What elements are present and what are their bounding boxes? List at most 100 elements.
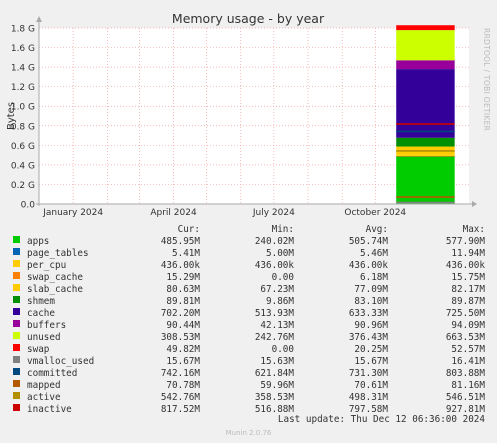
legend-min: 240.02M: [254, 236, 294, 247]
legend-name: unused: [27, 332, 61, 343]
y-tick-label: 0.4 G: [11, 161, 35, 171]
legend-cur: 742.16M: [160, 368, 200, 379]
y-axis-arrow: [36, 16, 42, 22]
x-tick-label: April 2024: [150, 208, 197, 218]
legend-cur: 15.29M: [166, 272, 200, 283]
legend-min: 42.13M: [260, 320, 294, 331]
last-update: Last update: Thu Dec 12 06:36:00 2024: [277, 414, 485, 425]
legend-avg: 436.00k: [348, 260, 388, 271]
legend-cur: 49.82M: [166, 344, 200, 355]
x-axis-arrow: [472, 201, 477, 207]
legend-header: Cur: Min: Avg: Max:: [0, 224, 497, 236]
legend-name: mapped: [27, 380, 61, 391]
legend-swatch: [13, 344, 20, 351]
legend-cur: 436.00k: [160, 260, 200, 271]
legend-min: 0.00: [271, 344, 294, 355]
legend-name: inactive: [27, 404, 72, 415]
area-per-cpu: [396, 155, 455, 157]
legend-swatch: [13, 356, 20, 363]
legend-item-apps: apps 485.95M 240.02M 505.74M 577.90M: [0, 236, 497, 248]
legend-swatch: [13, 248, 20, 255]
x-axis-ticks: January 2024 April 2024 July 2024 October 2…: [42, 208, 406, 218]
legend-cur: 485.95M: [160, 236, 200, 247]
legend-cur: 542.76M: [160, 392, 200, 403]
legend-max: 52.57M: [451, 344, 485, 355]
legend-item-swap: swap 49.82M 0.00 20.25M 52.57M: [0, 344, 497, 356]
legend-cur: 15.67M: [166, 356, 200, 367]
legend-name: cache: [27, 308, 55, 319]
legend-min: 242.76M: [254, 332, 294, 343]
legend-max: 725.50M: [445, 308, 485, 319]
legend-name: swap_cache: [27, 272, 83, 283]
legend-item-per-cpu: per_cpu 436.00k 436.00k 436.00k 436.00k: [0, 260, 497, 272]
legend-name: shmem: [27, 296, 55, 307]
legend-max: 16.41M: [451, 356, 485, 367]
legend-name: per_cpu: [27, 260, 67, 271]
legend-cur: 817.52M: [160, 404, 200, 415]
legend-min: 9.86M: [266, 296, 294, 307]
legend-min: 15.63M: [260, 356, 294, 367]
legend-min: 5.00M: [266, 248, 294, 259]
legend-cur: 70.78M: [166, 380, 200, 391]
legend-avg: 20.25M: [354, 344, 388, 355]
legend-avg: 731.30M: [348, 368, 388, 379]
legend-max: 89.87M: [451, 296, 485, 307]
legend-cur: 5.41M: [172, 248, 200, 259]
legend-header-avg: Avg:: [365, 224, 388, 235]
legend-header-min: Min:: [271, 224, 294, 235]
legend-max: 81.16M: [451, 380, 485, 391]
legend-avg: 77.09M: [354, 284, 388, 295]
legend-item-mapped: mapped 70.78M 59.96M 70.61M 81.16M: [0, 380, 497, 392]
legend-name: active: [27, 392, 61, 403]
legend-min: 513.93M: [254, 308, 294, 319]
munin-version: Munin 2.0.76: [225, 429, 272, 437]
legend-item-shmem: shmem 89.81M 9.86M 83.10M 89.87M: [0, 296, 497, 308]
legend-swatch: [13, 296, 20, 303]
legend-item-committed: committed 742.16M 621.84M 731.30M 803.88M: [0, 368, 497, 380]
legend-max: 663.53M: [445, 332, 485, 343]
legend-swatch: [13, 380, 20, 387]
legend-swatch: [13, 308, 20, 315]
legend-min: 67.23M: [260, 284, 294, 295]
legend-swatch: [13, 320, 20, 327]
area-swap: [396, 25, 455, 31]
memory-chart: 0.00.2 G0.4 G0.6 G0.8 G1.0 G1.2 G1.4 G1.…: [6, 11, 477, 218]
legend-item-cache: cache 702.20M 513.93M 633.33M 725.50M: [0, 308, 497, 320]
legend-swatch: [13, 272, 20, 279]
legend-avg: 498.31M: [348, 392, 388, 403]
y-tick-label: 0.6 G: [11, 142, 35, 152]
area-swap-cache: [396, 154, 455, 156]
legend-cur: 80.63M: [166, 284, 200, 295]
legend-swatch: [13, 236, 20, 243]
legend-swatch: [13, 368, 20, 375]
legend-name: buffers: [27, 320, 67, 331]
legend-cur: 89.81M: [166, 296, 200, 307]
legend-swatch: [13, 260, 20, 267]
legend-item-swap-cache: swap_cache 15.29M 0.00 6.18M 15.75M: [0, 272, 497, 284]
area-unused: [396, 30, 455, 61]
legend-item-vmalloc-used: vmalloc_used 15.67M 15.63M 15.67M 16.41M: [0, 356, 497, 368]
chart-title: Memory usage - by year: [172, 11, 325, 26]
legend-cur: 90.44M: [166, 320, 200, 331]
legend-avg: 633.33M: [348, 308, 388, 319]
legend-cur: 702.20M: [160, 308, 200, 319]
y-axis-label: Bytes: [6, 102, 17, 130]
y-tick-label: 1.2 G: [11, 83, 35, 93]
area-buffers: [396, 60, 455, 70]
legend-item-active: active 542.76M 358.53M 498.31M 546.51M: [0, 392, 497, 404]
area-shmem: [396, 137, 455, 147]
legend-swatch: [13, 332, 20, 339]
legend-swatch: [13, 392, 20, 399]
legend-name: apps: [27, 236, 50, 247]
legend-avg: 6.18M: [360, 272, 388, 283]
x-tick-label: July 2024: [252, 208, 295, 218]
y-tick-label: 0.0: [21, 201, 36, 211]
x-tick-label: January 2024: [42, 208, 103, 218]
legend-max: 546.51M: [445, 392, 485, 403]
legend-item-slab-cache: slab_cache 80.63M 67.23M 77.09M 82.17M: [0, 284, 497, 296]
legend-swatch: [13, 404, 20, 411]
legend-cur: 308.53M: [160, 332, 200, 343]
legend-avg: 5.46M: [360, 248, 388, 259]
legend-max: 82.17M: [451, 284, 485, 295]
legend-max: 803.88M: [445, 368, 485, 379]
